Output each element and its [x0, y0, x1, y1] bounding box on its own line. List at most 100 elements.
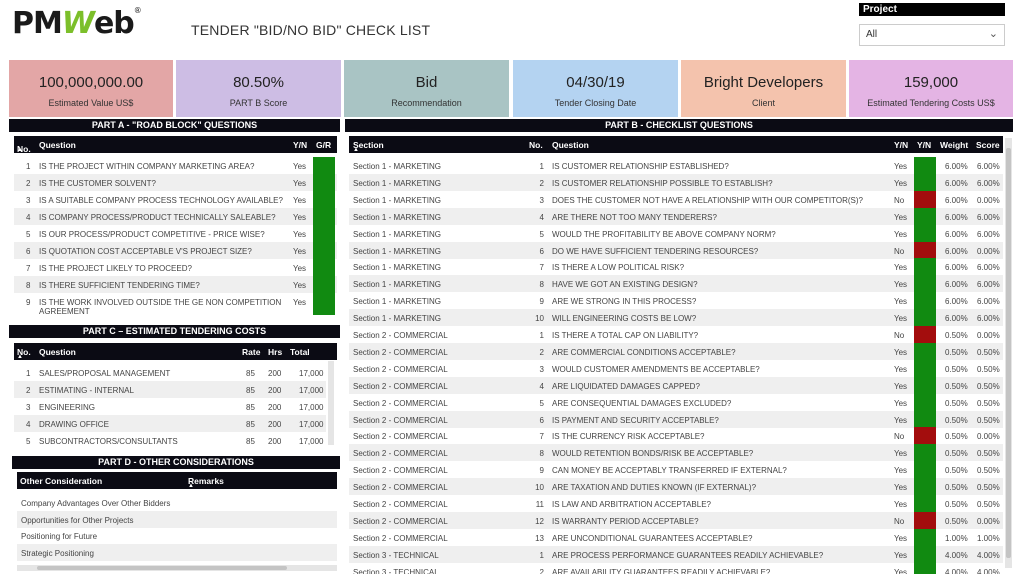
table-row[interactable]: Section 2 - COMMERCIAL 2 ARE COMMERCIAL CO…: [349, 342, 1003, 360]
col-question[interactable]: Question: [552, 140, 589, 150]
table-row[interactable]: 6 IS QUOTATION COST ACCEPTABLE V'S PROJEC…: [14, 242, 337, 259]
table-row[interactable]: Section 2 - COMMERCIAL 7 IS THE CURRENCY R…: [349, 427, 1003, 445]
row-no: 2: [26, 386, 31, 395]
col-other-consideration[interactable]: Other Consideration: [20, 476, 102, 486]
col-question[interactable]: Question: [39, 140, 76, 150]
table-row[interactable]: 2 IS THE CUSTOMER SOLVENT? Yes: [14, 174, 337, 191]
table-row[interactable]: 1 SALES/PROPOSAL MANAGEMENT 85 200 17,000: [14, 364, 326, 381]
table-row[interactable]: 8 IS THERE SUFFICIENT TENDERING TIME? Yes: [14, 276, 337, 293]
table-row[interactable]: Section 2 - COMMERCIAL 4 ARE LIQUIDATED DA…: [349, 376, 1003, 394]
status-cell: [313, 157, 335, 174]
part-c-scrollbar[interactable]: [328, 361, 334, 445]
part-a-title: PART A - "ROAD BLOCK" QUESTIONS: [9, 119, 340, 132]
row-no: 3: [539, 364, 544, 374]
table-row[interactable]: Section 1 - MARKETING 6 DO WE HAVE SUFFICI…: [349, 241, 1003, 259]
row-weight: 4.00%: [945, 550, 968, 560]
triangle-up-icon: ▲: [17, 147, 23, 153]
kpi-value: 100,000,000.00: [38, 74, 144, 91]
row-yn: Yes: [293, 281, 307, 290]
status-cell: [914, 478, 936, 496]
row-question: ARE AVAILABILITY GUARANTEES READILY ACHI…: [552, 567, 771, 574]
row-weight: 6.00%: [945, 162, 968, 171]
list-item[interactable]: Opportunities for Other Projects: [17, 510, 337, 528]
list-item[interactable]: Strategic Positioning: [17, 543, 337, 561]
col-gr[interactable]: G/R: [316, 140, 331, 150]
table-row[interactable]: Section 1 - MARKETING 9 ARE WE STRONG IN T…: [349, 292, 1003, 310]
row-question-cont: AGREEMENT: [39, 307, 90, 316]
table-row[interactable]: 3 IS A SUITABLE COMPANY PROCESS TECHNOLOG…: [14, 191, 337, 208]
project-slicer-label: Project: [859, 3, 1005, 16]
table-row[interactable]: Section 2 - COMMERCIAL 13 ARE UNCONDITIONA…: [349, 528, 1003, 546]
table-row[interactable]: 3 ENGINEERING 85 200 17,000: [14, 398, 326, 415]
row-section: Section 1 - MARKETING: [353, 229, 442, 239]
table-row[interactable]: Section 1 - MARKETING 5 WOULD THE PROFITAB…: [349, 224, 1003, 242]
table-row[interactable]: Section 2 - COMMERCIAL 11 IS LAW AND ARBIT…: [349, 495, 1003, 512]
triangle-up-icon: ▲: [17, 354, 23, 360]
col-question[interactable]: Question: [39, 347, 76, 357]
table-row[interactable]: Section 3 - TECHNICAL 1 ARE PROCESS PERFOR…: [349, 545, 1003, 563]
kpi-card: Bright Developers Client: [681, 60, 846, 117]
consideration-label: Company Advantages Over Other Bidders: [21, 499, 171, 508]
table-row[interactable]: Section 1 - MARKETING 10 WILL ENGINEERING …: [349, 309, 1003, 327]
row-yn: Yes: [894, 364, 908, 374]
status-cell: [313, 259, 335, 276]
table-row[interactable]: 7 IS THE PROJECT LIKELY TO PROCEED? Yes: [14, 259, 337, 276]
part-d-hscrollbar[interactable]: [17, 565, 337, 571]
part-b-scrollbar[interactable]: [1005, 138, 1012, 568]
table-row[interactable]: 5 IS OUR PROCESS/PRODUCT COMPETITIVE - PR…: [14, 225, 337, 242]
row-weight: 0.50%: [945, 449, 968, 459]
status-cell: [914, 224, 936, 242]
row-section: Section 2 - COMMERCIAL: [353, 516, 448, 526]
row-section: Section 2 - COMMERCIAL: [353, 432, 448, 442]
col-yn[interactable]: Y/N: [894, 140, 908, 150]
row-question: IS CUSTOMER RELATIONSHIP ESTABLISHED?: [552, 162, 729, 171]
col-weight[interactable]: Weight: [940, 140, 968, 150]
table-row[interactable]: 4 DRAWING OFFICE 85 200 17,000: [14, 415, 326, 432]
table-row[interactable]: Section 2 - COMMERCIAL 1 IS THERE A TOTAL …: [349, 326, 1003, 343]
col-hrs[interactable]: Hrs: [268, 347, 282, 357]
row-no: 5: [26, 230, 31, 239]
table-row[interactable]: 9 IS THE WORK INVOLVED OUTSIDE THE GE NON…: [14, 293, 337, 316]
col-no[interactable]: No.: [529, 140, 543, 150]
table-row[interactable]: Section 1 - MARKETING 2 IS CUSTOMER RELATI…: [349, 173, 1003, 191]
col-rate[interactable]: Rate: [242, 347, 260, 357]
row-total: 17,000: [299, 437, 324, 446]
list-item[interactable]: Company Advantages Over Other Bidders: [17, 494, 337, 511]
table-row[interactable]: Section 1 - MARKETING 1 IS CUSTOMER RELATI…: [349, 157, 1003, 174]
scroll-thumb[interactable]: [37, 566, 287, 570]
project-dropdown[interactable]: All ⌄: [859, 24, 1005, 46]
row-question: ARE WE STRONG IN THIS PROCESS?: [552, 297, 697, 307]
table-row[interactable]: 4 IS COMPANY PROCESS/PRODUCT TECHNICALLY …: [14, 208, 337, 225]
col-total[interactable]: Total: [290, 347, 310, 357]
col-yn[interactable]: Y/N: [293, 140, 307, 150]
table-row[interactable]: Section 1 - MARKETING 8 HAVE WE GOT AN EXI…: [349, 275, 1003, 293]
table-row[interactable]: Section 3 - TECHNICAL 2 ARE AVAILABILITY G…: [349, 562, 1003, 574]
row-no: 1: [539, 331, 544, 340]
table-row[interactable]: Section 2 - COMMERCIAL 9 CAN MONEY BE ACCE…: [349, 461, 1003, 479]
table-row[interactable]: Section 1 - MARKETING 3 DOES THE CUSTOMER …: [349, 190, 1003, 208]
table-row[interactable]: Section 1 - MARKETING 4 ARE THERE NOT TOO …: [349, 207, 1003, 225]
table-row[interactable]: Section 2 - COMMERCIAL 5 ARE CONSEQUENTIAL…: [349, 393, 1003, 411]
status-cell: [914, 241, 936, 259]
row-weight: 0.50%: [945, 364, 968, 374]
table-row[interactable]: Section 2 - COMMERCIAL 8 WOULD RETENTION B…: [349, 444, 1003, 462]
table-row[interactable]: Section 2 - COMMERCIAL 12 IS WARRANTY PERI…: [349, 511, 1003, 529]
row-no: 3: [26, 196, 31, 205]
table-row[interactable]: Section 2 - COMMERCIAL 3 WOULD CUSTOMER AM…: [349, 359, 1003, 377]
table-row[interactable]: Section 2 - COMMERCIAL 10 ARE TAXATION AND…: [349, 478, 1003, 496]
list-item[interactable]: Positioning for Future: [17, 527, 337, 544]
row-no: 9: [539, 466, 544, 476]
col-score[interactable]: Score: [976, 140, 1000, 150]
table-row[interactable]: 5 SUBCONTRACTORS/CONSULTANTS 85 200 17,000: [14, 432, 326, 449]
row-question: IS THE WORK INVOLVED OUTSIDE THE GE NON …: [39, 298, 282, 307]
table-row[interactable]: Section 2 - COMMERCIAL 6 IS PAYMENT AND SE…: [349, 410, 1003, 428]
scroll-thumb[interactable]: [1006, 148, 1011, 558]
row-weight: 6.00%: [945, 314, 968, 324]
table-row[interactable]: Section 1 - MARKETING 7 IS THERE A LOW POL…: [349, 258, 1003, 276]
row-question: IS OUR PROCESS/PRODUCT COMPETITIVE - PRI…: [39, 230, 265, 239]
row-question: IS A SUITABLE COMPANY PROCESS TECHNOLOGY…: [39, 196, 283, 205]
table-row[interactable]: 2 ESTIMATING - INTERNAL 85 200 17,000: [14, 381, 326, 398]
col-yn-status[interactable]: Y/N: [917, 140, 931, 150]
row-section: Section 1 - MARKETING: [353, 280, 442, 290]
table-row[interactable]: 1 IS THE PROJECT WITHIN COMPANY MARKETING…: [14, 157, 337, 174]
